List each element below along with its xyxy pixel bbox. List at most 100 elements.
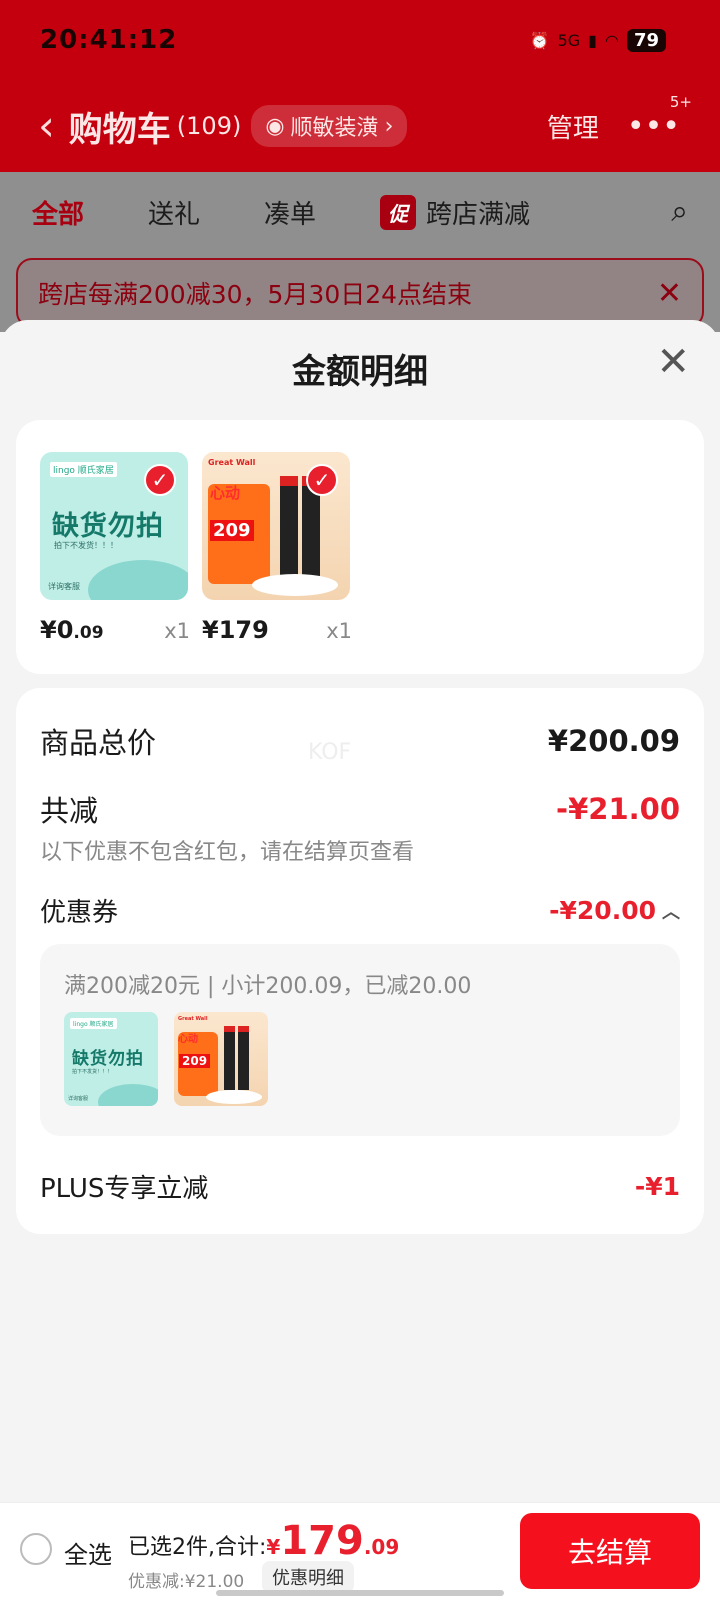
coupon-product-thumbnail: Great Wall 心动 209: [174, 1012, 268, 1106]
alarm-icon: ⏰: [529, 30, 550, 50]
sheet-title: 金额明细: [292, 351, 428, 392]
tab-gift[interactable]: 送礼: [148, 194, 200, 231]
amount-detail-sheet: 金额明细 ✕ lingo 顺氏家居 缺货勿拍 拍下不发货！！！ 详询客服 ✓ ¥…: [0, 320, 720, 1600]
product-item[interactable]: Great Wall 心动 209 ✓ ¥179 x1: [202, 452, 352, 644]
tab-cross-store[interactable]: 促 跨店满减: [380, 194, 530, 231]
eye-icon: ◉: [265, 113, 285, 139]
thumb-title: 心动: [178, 1034, 198, 1045]
product-thumbnail: lingo 顺氏家居 缺货勿拍 拍下不发货！！！ 详询客服 ✓: [40, 452, 188, 600]
promo-tag: 促: [380, 194, 417, 230]
ram-stick-image: [238, 1026, 249, 1090]
thumb-subtitle: 拍下不发货！！！: [54, 541, 118, 550]
thumb-brand: Great Wall: [178, 1016, 208, 1022]
product-thumbnail: Great Wall 心动 209 ✓: [202, 452, 350, 600]
watermark: KOF: [308, 740, 352, 765]
discount-label: 共减: [40, 794, 99, 828]
product-qty: x1: [164, 619, 190, 643]
total-decimal: .09: [363, 1535, 400, 1559]
address-selector[interactable]: ◉ 顺敏装潢 ›: [251, 105, 408, 147]
header-bar: 20:41:12 ⏰ 5G ▮ ◠ 79 ‹ 购物车 (109) ◉ 顺敏装潢 …: [0, 0, 720, 172]
currency-symbol: ¥: [266, 1535, 281, 1559]
checkout-button[interactable]: 去结算: [520, 1513, 700, 1589]
product-item[interactable]: lingo 顺氏家居 缺货勿拍 拍下不发货！！！ 详询客服 ✓ ¥0.09 x1: [40, 452, 190, 644]
promo-banner: 跨店每满200减30，5月30日24点结束 ✕: [16, 258, 704, 328]
select-all-label[interactable]: 全选: [64, 1535, 112, 1570]
chevron-up-icon[interactable]: ︿: [662, 898, 680, 924]
coupon-row[interactable]: 优惠券 -¥20.00 ︿: [40, 892, 680, 929]
status-time: 20:41:12: [40, 25, 178, 55]
thumb-decoration: [98, 1084, 158, 1106]
signal-icon: ▮: [588, 30, 597, 50]
more-badge: 5+: [669, 92, 692, 111]
ram-stick-image: [224, 1026, 235, 1090]
thumb-title: 心动: [210, 484, 241, 502]
page-title: 购物车: [68, 109, 171, 150]
coupon-product-thumbnail: lingo 顺氏家居 缺货勿拍 拍下不发货！！！ 详询客服: [64, 1012, 158, 1106]
price-summary-card: 商品总价 ¥200.09 共减 -¥21.00 以下优惠不包含红包，请在结算页查…: [16, 688, 704, 1234]
thumb-badge: 209: [179, 1054, 211, 1068]
nav-bar: ‹ 购物车 (109) ◉ 顺敏装潢 › 管理 ••• 5+: [38, 93, 692, 156]
cart-count: (109): [176, 112, 242, 140]
product-price: ¥179: [202, 616, 269, 644]
plus-value: -¥1: [634, 1172, 680, 1201]
close-icon[interactable]: ✕: [656, 342, 690, 382]
thumb-info: 详询客服: [68, 1096, 89, 1102]
thumb-brand: lingo 顺氏家居: [50, 462, 117, 477]
coupon-value-wrap: -¥20.00 ︿: [549, 896, 680, 925]
thumb-plate: [206, 1090, 262, 1104]
cart-tabs: 全部 送礼 凑单 促 跨店满减 ⌕: [0, 172, 720, 252]
total-row: 商品总价 ¥200.09: [40, 720, 680, 762]
selected-prefix: 已选2件,合计:: [128, 1535, 267, 1560]
back-arrow-icon[interactable]: ‹: [38, 105, 55, 147]
home-indicator: [216, 1590, 504, 1596]
check-icon[interactable]: ✓: [144, 464, 176, 496]
chevron-right-icon: ›: [384, 113, 394, 139]
product-price: ¥0.09: [40, 616, 104, 644]
more-menu-icon[interactable]: ••• 5+: [627, 93, 692, 144]
selected-products-card: lingo 顺氏家居 缺货勿拍 拍下不发货！！！ 详询客服 ✓ ¥0.09 x1…: [16, 420, 704, 674]
banner-close-icon[interactable]: ✕: [657, 276, 682, 311]
coupon-value: -¥20.00: [549, 896, 656, 925]
ram-stick-image: [280, 476, 298, 576]
thumb-brand: lingo 顺氏家居: [70, 1018, 117, 1029]
plus-label: PLUS专享立减: [40, 1174, 209, 1204]
tab-bundle[interactable]: 凑单: [264, 194, 316, 231]
discount-row: 共减 -¥21.00: [40, 788, 680, 830]
check-icon[interactable]: ✓: [306, 464, 338, 496]
thumb-info: 详询客服: [48, 582, 80, 591]
discount-summary: 优惠减:¥21.00: [128, 1572, 245, 1592]
plus-row: PLUS专享立减 -¥1: [40, 1168, 680, 1205]
wifi-icon: ◠: [604, 30, 619, 50]
thumb-plate: [252, 574, 338, 596]
status-icons: ⏰ 5G ▮ ◠ 79: [529, 28, 666, 52]
promo-tab-label: 跨店满减: [426, 199, 531, 230]
manage-button[interactable]: 管理: [547, 108, 599, 145]
network-label: 5G: [557, 30, 581, 50]
tab-all[interactable]: 全部: [32, 194, 84, 231]
thumb-decoration: [88, 560, 188, 600]
discount-note: 以下优惠不包含红包，请在结算页查看: [40, 840, 415, 865]
product-qty: x1: [326, 619, 352, 643]
address-label: 顺敏装潢: [290, 116, 379, 141]
total-value: ¥200.09: [547, 724, 680, 758]
selected-total: 已选2件,合计: ¥ 179 .09: [128, 1521, 399, 1561]
status-bar: 20:41:12 ⏰ 5G ▮ ◠ 79: [40, 24, 666, 56]
banner-text: 跨店每满200减30，5月30日24点结束: [38, 280, 473, 309]
thumb-brand: Great Wall: [208, 458, 256, 467]
thumb-title: 缺货勿拍: [52, 511, 164, 542]
thumb-subtitle: 拍下不发货！！！: [72, 1069, 113, 1075]
total-integer: 179: [280, 1518, 364, 1564]
coupon-label: 优惠券: [40, 898, 119, 928]
coupon-detail-box: 满200减20元 | 小计200.09，已减20.00 lingo 顺氏家居 缺…: [40, 944, 680, 1136]
discount-value: -¥21.00: [556, 792, 680, 826]
select-all-radio[interactable]: [20, 1533, 52, 1565]
coupon-detail-text: 满200减20元 | 小计200.09，已减20.00: [64, 974, 472, 999]
search-icon[interactable]: ⌕: [671, 194, 688, 229]
battery-indicator: 79: [626, 28, 666, 52]
discount-detail-button[interactable]: 优惠明细: [262, 1561, 354, 1593]
sheet-header: 金额明细 ✕: [0, 320, 720, 416]
thumb-title: 缺货勿拍: [72, 1049, 144, 1069]
checkout-bar: 全选 已选2件,合计: ¥ 179 .09 优惠减:¥21.00 优惠明细 去结…: [0, 1502, 720, 1600]
total-label: 商品总价: [40, 726, 157, 760]
thumb-badge: 209: [210, 520, 254, 541]
